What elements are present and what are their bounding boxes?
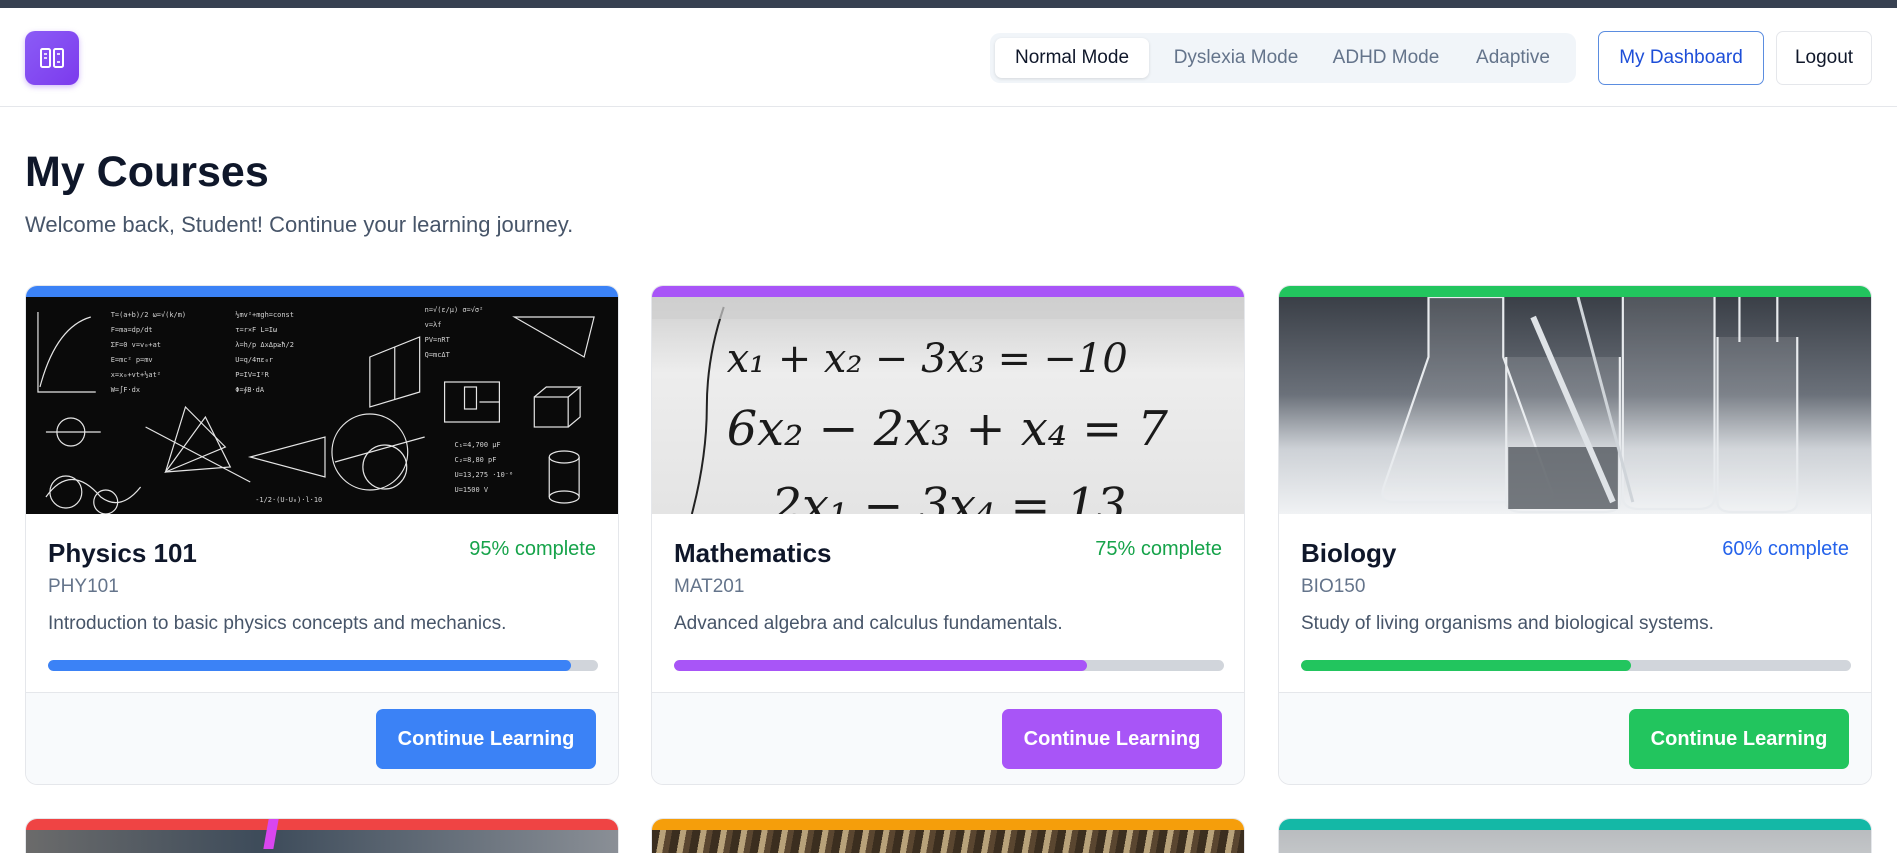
svg-text:λ=h/p ΔxΔp≥ħ/2: λ=h/p ΔxΔp≥ħ/2 (235, 341, 294, 349)
course-code: PHY101 (48, 576, 119, 597)
course-title: Mathematics (674, 538, 832, 568)
svg-text:C₁=4,700 μF: C₁=4,700 μF (455, 441, 501, 449)
svg-text:T=(a+b)/2 ω=√(k/m): T=(a+b)/2 ω=√(k/m) (111, 311, 186, 319)
svg-text:n=√(ε/μ) σ=√σ²: n=√(ε/μ) σ=√σ² (425, 306, 484, 314)
svg-text:Φ=∮B·dA: Φ=∮B·dA (235, 386, 265, 394)
svg-text:P=IV=I²R: P=IV=I²R (235, 371, 269, 379)
course-accent-bar (1279, 286, 1871, 297)
svg-text:PV=nRT: PV=nRT (425, 336, 451, 344)
app-logo[interactable] (25, 31, 79, 85)
course-progress-bar (674, 660, 1224, 671)
course-completion-label: 60% complete (1722, 538, 1849, 560)
course-completion-label: 95% complete (469, 538, 596, 560)
course-accent-bar (652, 286, 1244, 297)
course-description: Advanced algebra and calculus fundamenta… (674, 613, 1063, 634)
course-progress-bar (1301, 660, 1851, 671)
svg-text:U=q/4πε₀r: U=q/4πε₀r (235, 356, 273, 364)
svg-text:C₂=8,80 pF: C₂=8,80 pF (455, 456, 497, 464)
svg-text:v=λf: v=λf (425, 321, 442, 329)
course-image-preview (652, 830, 1244, 853)
svg-text:E=mc² p=mv: E=mc² p=mv (111, 356, 153, 364)
course-completion-label: 75% complete (1095, 538, 1222, 560)
course-title: Physics 101 (48, 538, 197, 568)
course-progress-fill (1301, 660, 1631, 671)
svg-text:U=13,275 ·10⁻⁶: U=13,275 ·10⁻⁶ (455, 471, 514, 479)
svg-text:½mv²+mgh=const: ½mv²+mgh=const (235, 311, 294, 319)
svg-text:τ=r×F L=Iω: τ=r×F L=Iω (235, 326, 277, 334)
course-card-footer: Continue Learning (1279, 692, 1871, 784)
course-accent-bar (26, 819, 618, 830)
course-image-preview (1279, 830, 1871, 853)
course-code: BIO150 (1301, 576, 1366, 597)
course-image-math-equations: x₁ + x₂ − 3x₃ = −10 6x₂ − 2x₃ + x₄ = 7 2… (652, 297, 1244, 514)
course-code: MAT201 (674, 576, 745, 597)
course-card-biology: Biology 60% complete BIO150 Study of liv… (1278, 285, 1872, 785)
logout-button[interactable]: Logout (1776, 31, 1872, 85)
mode-adaptive-button[interactable]: Adaptive (1456, 38, 1570, 78)
svg-text:ΣF=0 v=v₀+at: ΣF=0 v=v₀+at (111, 341, 161, 349)
course-description: Introduction to basic physics concepts a… (48, 613, 507, 634)
course-progress-fill (674, 660, 1087, 671)
my-dashboard-button[interactable]: My Dashboard (1598, 31, 1764, 85)
reading-mode-switcher: Normal Mode Dyslexia Mode ADHD Mode Adap… (990, 33, 1576, 83)
math-equation-3: 2x₁ − 3x₄ = 13 (771, 479, 1127, 514)
mode-normal-button[interactable]: Normal Mode (995, 38, 1149, 78)
svg-text:Q=mcΔT: Q=mcΔT (425, 351, 451, 359)
course-card-next-1[interactable] (25, 818, 619, 853)
course-accent-bar (652, 819, 1244, 830)
svg-text:U=1500 V: U=1500 V (455, 486, 489, 494)
svg-text:x=x₀+vt+½at²: x=x₀+vt+½at² (111, 371, 161, 379)
course-title: Biology (1301, 538, 1397, 568)
continue-learning-button[interactable]: Continue Learning (376, 709, 596, 769)
course-image-physics-blackboard: T=(a+b)/2 ω=√(k/m) F=ma=dp/dt ΣF=0 v=v₀+a… (26, 297, 618, 514)
math-equation-2: 6x₂ − 2x₃ + x₄ = 7 (727, 402, 1169, 457)
math-equation-1: x₁ + x₂ − 3x₃ = −10 (727, 336, 1128, 382)
course-card-next-3[interactable] (1278, 818, 1872, 853)
course-card-footer: Continue Learning (26, 692, 618, 784)
course-description: Study of living organisms and biological… (1301, 613, 1714, 634)
svg-text:W=∫F·dx: W=∫F·dx (111, 385, 140, 394)
page-subtitle: Welcome back, Student! Continue your lea… (25, 212, 574, 237)
app-header: Normal Mode Dyslexia Mode ADHD Mode Adap… (0, 8, 1897, 107)
mode-adhd-button[interactable]: ADHD Mode (1323, 38, 1449, 78)
browser-top-strip (0, 0, 1897, 8)
course-card-footer: Continue Learning (652, 692, 1244, 784)
svg-text:F=ma=dp/dt: F=ma=dp/dt (111, 326, 153, 334)
book-open-icon (40, 48, 64, 68)
course-progress-fill (48, 660, 571, 671)
page-title: My Courses (25, 148, 269, 196)
mode-dyslexia-button[interactable]: Dyslexia Mode (1156, 38, 1316, 78)
course-image-lab-glassware (1279, 297, 1871, 514)
course-card-mathematics: x₁ + x₂ − 3x₃ = −10 6x₂ − 2x₃ + x₄ = 7 2… (651, 285, 1245, 785)
svg-text:-1/2·(U-U₀)·l·10: -1/2·(U-U₀)·l·10 (255, 496, 322, 504)
continue-learning-button[interactable]: Continue Learning (1629, 709, 1849, 769)
course-card-next-2[interactable] (651, 818, 1245, 853)
course-card-physics: T=(a+b)/2 ω=√(k/m) F=ma=dp/dt ΣF=0 v=v₀+a… (25, 285, 619, 785)
continue-learning-button[interactable]: Continue Learning (1002, 709, 1222, 769)
course-accent-bar (26, 286, 618, 297)
course-image-preview (26, 819, 618, 853)
course-progress-bar (48, 660, 598, 671)
course-accent-bar (1279, 819, 1871, 830)
